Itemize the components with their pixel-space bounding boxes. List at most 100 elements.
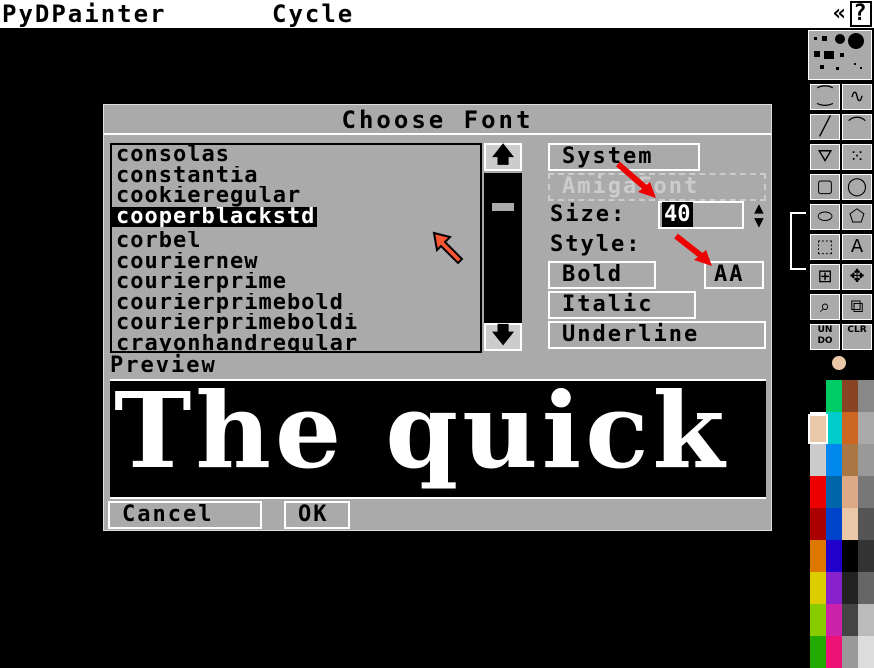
palette-color-swatch[interactable] — [826, 572, 842, 604]
line-icon[interactable]: ╱ — [810, 114, 840, 140]
preview-label: Preview — [110, 353, 217, 378]
palette-color-swatch[interactable] — [858, 636, 874, 668]
current-color-dot — [832, 356, 846, 370]
font-list-item[interactable]: courierprime — [112, 272, 480, 293]
palette-color-swatch[interactable] — [858, 540, 874, 572]
dotted-freehand-icon[interactable]: ⁐ — [810, 84, 840, 110]
ellipse-icon[interactable]: ⬭ — [810, 204, 840, 230]
palette-color-swatch[interactable] — [810, 476, 826, 508]
size-label: Size: — [550, 202, 627, 227]
size-value: 40 — [662, 202, 693, 227]
palette-color-swatch[interactable] — [842, 412, 858, 444]
palette-color-swatch[interactable] — [842, 540, 858, 572]
polygon-icon[interactable]: ⬠ — [842, 204, 872, 230]
palette-color-swatch[interactable] — [826, 380, 842, 412]
symmetry-icon[interactable]: ✥ — [842, 264, 872, 290]
curve-icon[interactable]: ⌒ — [842, 114, 872, 140]
palette-color-swatch[interactable] — [858, 476, 874, 508]
scroll-up-button[interactable]: 🡅 — [484, 143, 522, 171]
screen-to-back-icon[interactable]: « — [833, 1, 848, 26]
choose-font-dialog: Choose Font consolas constantia cookieregu… — [103, 104, 772, 531]
clear-icon[interactable]: CLR — [842, 324, 872, 350]
preview-area: The quick l — [110, 379, 766, 499]
palette-color-swatch[interactable] — [842, 572, 858, 604]
palette-color-swatch[interactable] — [810, 508, 826, 540]
zoom-icon[interactable]: ⧉ — [842, 294, 872, 320]
palette-color-swatch[interactable] — [826, 540, 842, 572]
palette-color-swatch[interactable] — [826, 604, 842, 636]
grid-icon[interactable]: ⊞ — [810, 264, 840, 290]
scroll-thumb[interactable] — [492, 203, 514, 211]
palette-color-swatch[interactable] — [858, 380, 874, 412]
palette-color-swatch[interactable] — [842, 508, 858, 540]
scroll-down-button[interactable]: 🡇 — [484, 323, 522, 351]
magnify-icon[interactable]: ⌕ — [810, 294, 840, 320]
font-list-item[interactable]: courierprimeboldi — [112, 313, 480, 334]
bold-button[interactable]: Bold — [548, 261, 656, 289]
font-list[interactable]: consolas constantia cookieregular cooperbla… — [110, 143, 482, 353]
palette-color-swatch[interactable] — [826, 508, 842, 540]
font-list-item[interactable]: corbel — [112, 231, 480, 252]
palette-color-swatch[interactable] — [826, 444, 842, 476]
palette-color-swatch[interactable] — [858, 604, 874, 636]
palette-color-swatch[interactable] — [826, 636, 842, 668]
palette-color-swatch[interactable] — [810, 444, 826, 476]
ok-button[interactable]: OK — [284, 501, 350, 529]
annotation-arrow-icon — [616, 161, 656, 198]
foreground-color-indicator[interactable] — [808, 414, 828, 444]
palette-color-swatch[interactable] — [842, 380, 858, 412]
font-list-item[interactable]: courierprimebold — [112, 293, 480, 314]
screen-controls: «? — [833, 0, 872, 28]
palette-color-swatch[interactable] — [810, 540, 826, 572]
palette-color-swatch[interactable] — [810, 636, 826, 668]
menu-bar: PyDPainter Cycle «? — [0, 0, 874, 28]
style-label: Style: — [550, 232, 642, 257]
cancel-button[interactable]: Cancel — [108, 501, 262, 529]
palette-color-swatch[interactable] — [810, 380, 826, 412]
dialog-title: Choose Font — [104, 105, 771, 135]
palette-color-swatch[interactable] — [842, 604, 858, 636]
palette-color-swatch[interactable] — [858, 444, 874, 476]
undo-icon[interactable]: UN DO — [810, 324, 840, 350]
airbrush-icon[interactable]: ⁙ — [842, 144, 872, 170]
font-list-item[interactable]: couriernew — [112, 252, 480, 273]
rectangle-icon[interactable]: ▢ — [810, 174, 840, 200]
italic-button[interactable]: Italic — [548, 291, 696, 319]
palette-color-swatch[interactable] — [858, 508, 874, 540]
brush-shapes-icon — [814, 33, 864, 70]
size-spinner[interactable]: ▲ ▼ — [748, 200, 770, 231]
underline-button[interactable]: Underline — [548, 321, 766, 349]
size-down-icon[interactable]: ▼ — [748, 214, 770, 230]
annotation-arrow-icon — [674, 233, 712, 266]
palette-color-swatch[interactable] — [810, 604, 826, 636]
preview-text: The quick l — [114, 379, 766, 492]
font-list-item[interactable]: consolas — [112, 145, 480, 166]
palette-color-swatch[interactable] — [842, 636, 858, 668]
fill-icon[interactable]: ⛛ — [810, 144, 840, 170]
font-list-scrollbar: 🡅 🡇 — [484, 143, 524, 353]
font-list-item[interactable]: cookieregular — [112, 186, 480, 207]
mouse-pointer-icon — [432, 231, 464, 265]
circle-icon[interactable]: ◯ — [842, 174, 872, 200]
palette-color-swatch[interactable] — [810, 572, 826, 604]
continuous-freehand-icon[interactable]: ∿ — [842, 84, 872, 110]
font-list-item[interactable]: cooperblackstd — [112, 206, 318, 227]
menu-cycle[interactable]: Cycle — [272, 0, 354, 28]
toolbox: ⁐ ∿ ╱ ⌒ ⛛ ⁙ ▢ ◯ ⬭ ⬠ ⬚ A ⊞ ✥ ⌕ ⧉ UN DO CLR — [808, 28, 874, 668]
palette-color-swatch[interactable] — [842, 476, 858, 508]
palette-color-swatch[interactable] — [858, 572, 874, 604]
menu-app-name[interactable]: PyDPainter — [2, 0, 167, 28]
palette-color-swatch[interactable] — [858, 412, 874, 444]
brush-sizes-panel[interactable] — [808, 30, 872, 80]
palette-color-swatch[interactable] — [826, 412, 842, 444]
palette-color-swatch[interactable] — [826, 476, 842, 508]
scroll-track[interactable] — [484, 173, 522, 323]
palette-color-swatch[interactable] — [842, 444, 858, 476]
font-list-item[interactable]: crayonhandregular — [112, 334, 480, 352]
brush-select-icon[interactable]: ⬚ — [810, 234, 840, 260]
tool-mode-bracket — [790, 212, 806, 270]
text-icon[interactable]: A — [842, 234, 872, 260]
size-field[interactable]: 40 — [658, 201, 744, 229]
font-list-item[interactable]: constantia — [112, 166, 480, 187]
help-icon[interactable]: ? — [850, 1, 872, 27]
